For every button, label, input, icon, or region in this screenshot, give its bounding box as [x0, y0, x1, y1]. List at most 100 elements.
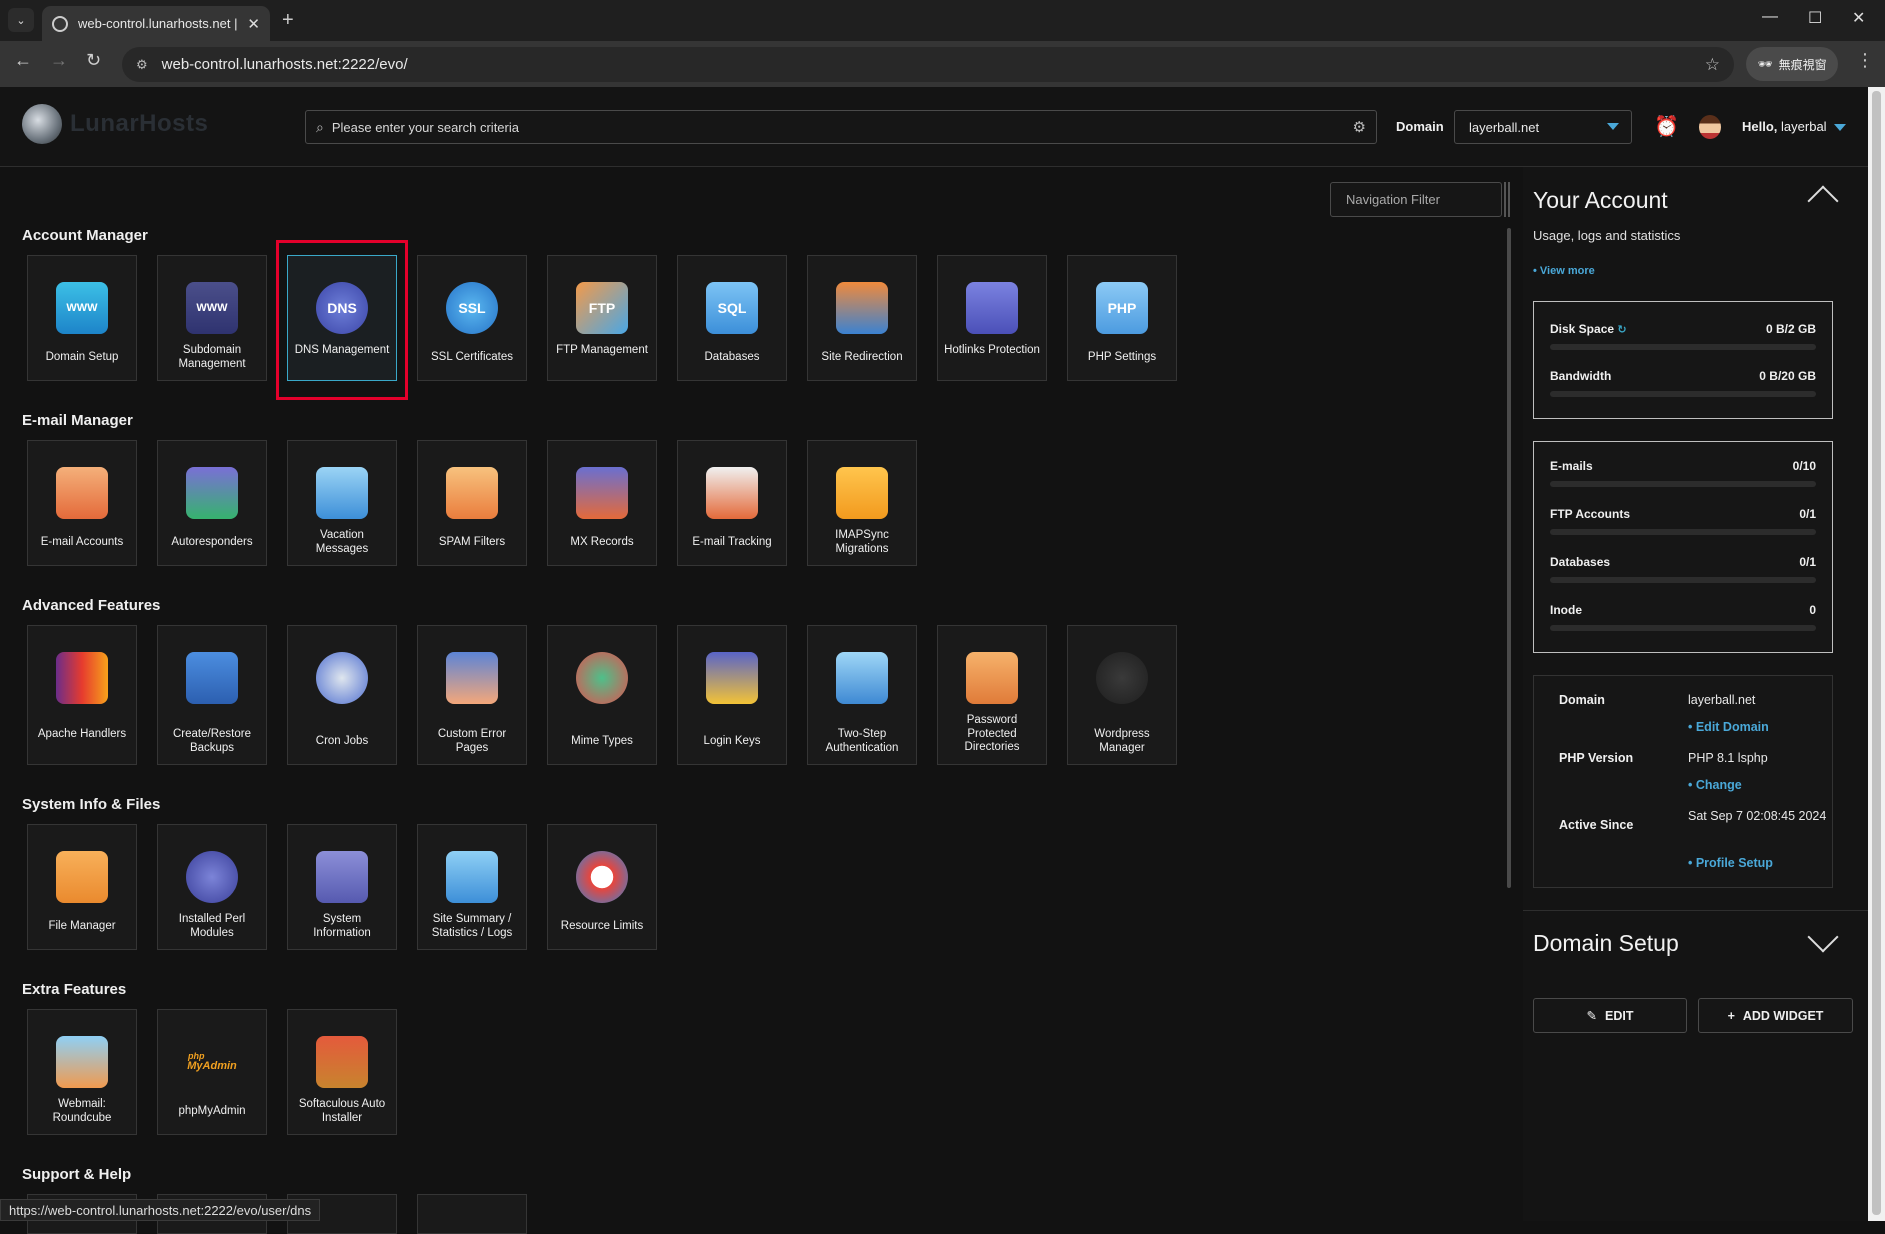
bookmark-star-icon[interactable]: ☆: [1705, 55, 1720, 75]
disk-space-bar: [1550, 344, 1816, 350]
search-icon: ⌕: [316, 118, 324, 135]
sql-icon-text: SQL: [717, 300, 747, 316]
site-settings-icon[interactable]: ⚙: [136, 57, 148, 73]
nav-tile-site-summary-statistics-logs[interactable]: Site Summary / Statistics / Logs: [417, 824, 527, 950]
nav-tile-support-item[interactable]: [417, 1194, 527, 1234]
nav-tile-label: Domain Setup: [45, 351, 119, 363]
autoresponder-person-icon: [186, 467, 238, 519]
perl-onion-icon: [186, 851, 238, 903]
reload-icon[interactable]: ↻: [86, 50, 101, 71]
nav-tile-imapsync-migrations[interactable]: IMAPSync Migrations: [807, 440, 917, 566]
navigation-filter-input[interactable]: Navigation Filter: [1330, 182, 1502, 217]
nav-tile-softaculous-auto-installer[interactable]: Softaculous Auto Installer: [287, 1009, 397, 1135]
user-avatar[interactable]: [1699, 115, 1721, 139]
nav-tile-wordpress-manager[interactable]: Wordpress Manager: [1067, 625, 1177, 765]
brand-logo[interactable]: LunarHosts: [22, 104, 208, 144]
nav-tile-mx-records[interactable]: MX Records: [547, 440, 657, 566]
nav-tile-spam-filters[interactable]: SPAM Filters: [417, 440, 527, 566]
layout-toggle-handle[interactable]: [1504, 182, 1510, 217]
limit-label: FTP Accounts: [1550, 507, 1631, 521]
search-input[interactable]: ⌕ Please enter your search criteria ⚙: [305, 110, 1377, 144]
nav-tile-cron-jobs[interactable]: Cron Jobs: [287, 625, 397, 765]
back-icon[interactable]: ←: [14, 50, 32, 71]
nav-tile-file-manager[interactable]: File Manager: [27, 824, 137, 950]
nav-tile-resource-limits[interactable]: Resource Limits: [547, 824, 657, 950]
limit-bar: [1550, 577, 1816, 583]
nav-tile-php-settings[interactable]: PHP PHP Settings: [1067, 255, 1177, 381]
profile-setup-link[interactable]: • Profile Setup: [1688, 856, 1773, 870]
nav-tile-system-information[interactable]: System Information: [287, 824, 397, 950]
system-info-server-icon: [316, 851, 368, 903]
edit-label: EDIT: [1605, 1008, 1634, 1023]
status-url: https://web-control.lunarhosts.net:2222/…: [0, 1199, 321, 1221]
incognito-badge[interactable]: 🕶 無痕視窗: [1746, 47, 1838, 81]
nav-tile-subdomain-management[interactable]: WWW Subdomain Management: [157, 255, 267, 381]
nav-tile-mime-types[interactable]: Mime Types: [547, 625, 657, 765]
nav-tile-databases[interactable]: SQL Databases: [677, 255, 787, 381]
user-menu-chevron-icon[interactable]: [1834, 124, 1846, 131]
minimize-icon[interactable]: —: [1762, 8, 1778, 26]
nav-tile-create-restore-backups[interactable]: Create/Restore Backups: [157, 625, 267, 765]
limit-row: Databases 0/1: [1550, 555, 1816, 569]
close-tab-icon[interactable]: ✕: [247, 15, 260, 33]
nav-tile-custom-error-pages[interactable]: Custom Error Pages: [417, 625, 527, 765]
domain-select[interactable]: layerball.net: [1454, 110, 1632, 144]
disk-space-value: 0 B/2 GB: [1765, 322, 1816, 336]
nav-tile-e-mail-accounts[interactable]: E-mail Accounts: [27, 440, 137, 566]
nav-tile-label: Login Keys: [703, 735, 761, 747]
browser-tab[interactable]: web-control.lunarhosts.net | D ✕: [42, 6, 270, 41]
tab-search-button[interactable]: ⌄: [8, 8, 34, 32]
pencil-icon: ✎: [1586, 1009, 1597, 1023]
nav-tile-ftp-management[interactable]: FTP FTP Management: [547, 255, 657, 381]
nav-tile-login-keys[interactable]: Login Keys: [677, 625, 787, 765]
nav-tile-phpmyadmin[interactable]: php MyAdmin phpMyAdmin: [157, 1009, 267, 1135]
nav-tile-e-mail-tracking[interactable]: E-mail Tracking: [677, 440, 787, 566]
browser-menu-icon[interactable]: ⋮: [1856, 50, 1874, 71]
globe-www-icon: WWW: [56, 282, 108, 334]
view-more-link[interactable]: • View more: [1533, 265, 1595, 277]
nav-tile-domain-setup[interactable]: WWW Domain Setup: [27, 255, 137, 381]
nav-tile-label: System Information: [313, 913, 371, 939]
nav-tile-autoresponders[interactable]: Autoresponders: [157, 440, 267, 566]
domain-info-label: Domain: [1559, 693, 1605, 707]
user-menu[interactable]: Hello, layerbal: [1742, 119, 1827, 134]
two-step-auth-icon: [836, 652, 888, 704]
new-tab-icon[interactable]: +: [282, 9, 294, 32]
edit-button[interactable]: ✎ EDIT: [1533, 998, 1687, 1033]
nav-tile-ssl-certificates[interactable]: SSL SSL Certificates: [417, 255, 527, 381]
nav-tile-label: E-mail Tracking: [692, 536, 772, 548]
apache-feather-icon: [56, 652, 108, 704]
change-php-link[interactable]: • Change: [1688, 778, 1742, 792]
forward-icon[interactable]: →: [50, 50, 68, 71]
search-settings-icon[interactable]: ⚙: [1353, 118, 1366, 136]
phpmyadmin-icon: php MyAdmin: [186, 1036, 238, 1088]
imapsync-envelope-icon: [836, 467, 888, 519]
refresh-icon[interactable]: ↻: [1617, 324, 1626, 336]
page-scrollbar[interactable]: [1868, 87, 1885, 1221]
page-scrollbar-thumb[interactable]: [1872, 91, 1881, 1215]
nav-tile-webmail-roundcube[interactable]: Webmail: Roundcube: [27, 1009, 137, 1135]
maximize-icon[interactable]: ☐: [1808, 8, 1822, 28]
nav-tile-vacation-messages[interactable]: Vacation Messages: [287, 440, 397, 566]
site-summary-stats-icon: [446, 851, 498, 903]
nav-tile-password-protected-directories[interactable]: Password Protected Directories: [937, 625, 1047, 765]
nav-tile-label: Installed Perl Modules: [178, 913, 246, 939]
nav-tile-label: Cron Jobs: [315, 735, 369, 747]
nav-tile-apache-handlers[interactable]: Apache Handlers: [27, 625, 137, 765]
limit-row: FTP Accounts 0/1: [1550, 507, 1816, 521]
nav-tile-two-step-authentication[interactable]: Two-Step Authentication: [807, 625, 917, 765]
notifications-bell-icon[interactable]: ⏰: [1654, 114, 1679, 139]
address-bar[interactable]: ⚙ web-control.lunarhosts.net:2222/evo/ ☆: [122, 47, 1734, 82]
nav-tile-label: SPAM Filters: [438, 536, 506, 548]
edit-domain-link[interactable]: • Edit Domain: [1688, 720, 1769, 734]
email-tracking-icon: [706, 467, 758, 519]
limit-value: 0: [1809, 603, 1816, 617]
close-window-icon[interactable]: ✕: [1852, 8, 1865, 28]
main-scrollbar[interactable]: [1507, 228, 1511, 888]
add-widget-button[interactable]: + ADD WIDGET: [1698, 998, 1853, 1033]
limit-bar: [1550, 481, 1816, 487]
nav-tile-site-redirection[interactable]: Site Redirection: [807, 255, 917, 381]
nav-tile-hotlinks-protection[interactable]: Hotlinks Protection: [937, 255, 1047, 381]
roundcube-envelope-icon: [56, 1036, 108, 1088]
nav-tile-installed-perl-modules[interactable]: Installed Perl Modules: [157, 824, 267, 950]
